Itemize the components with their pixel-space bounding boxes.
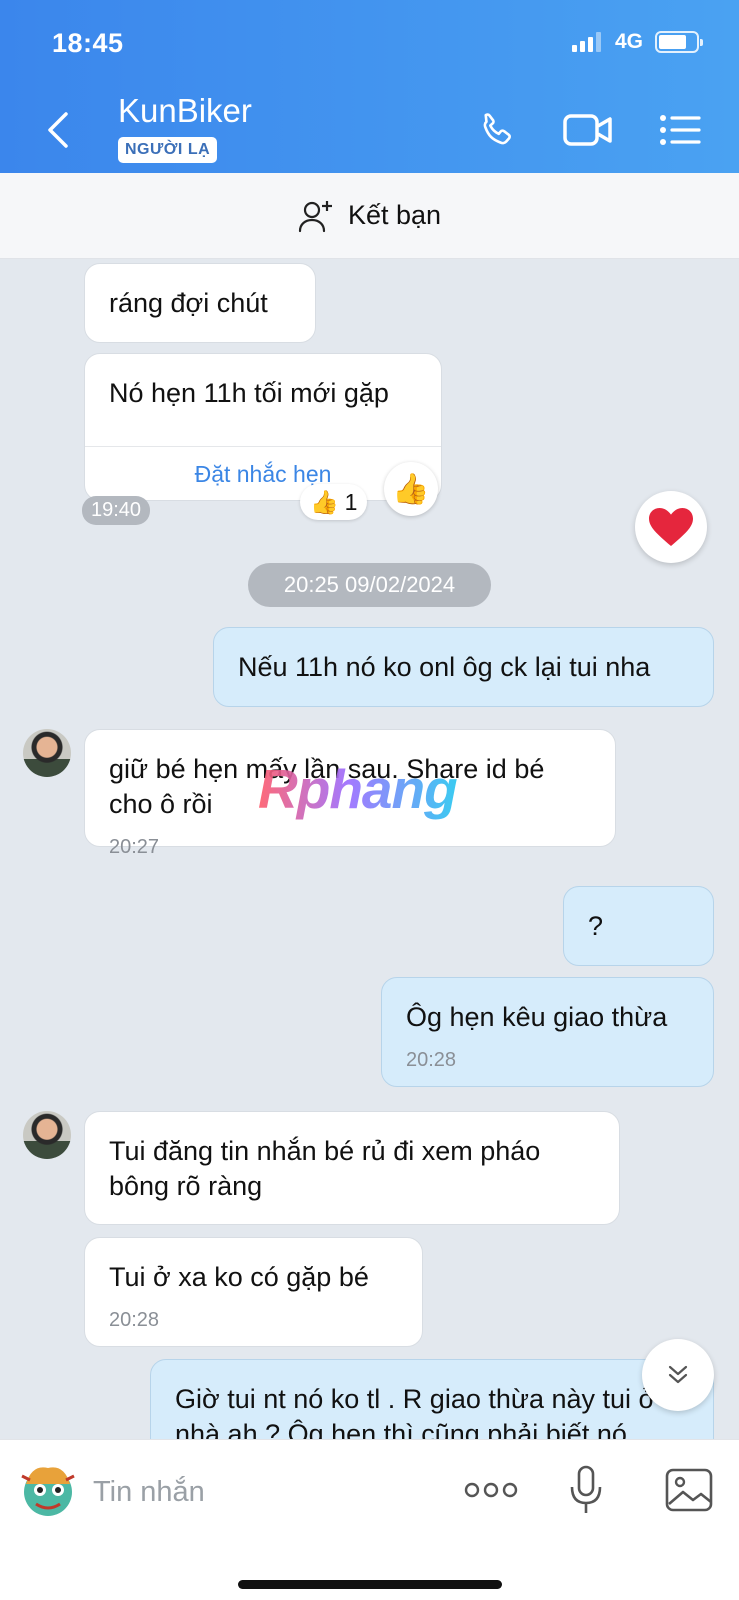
dragon-sticker-icon [21,1467,75,1516]
heart-reaction-button[interactable] [635,491,707,563]
back-button[interactable] [40,108,76,152]
status-indicators: 4G [571,30,703,54]
message-text: Giờ tui nt nó ko tl . R giao thừa này tu… [175,1384,657,1439]
message-text: Tui đăng tin nhắn bé rủ đi xem pháo bông… [109,1136,541,1201]
thumbs-up-icon: 👍 [392,472,430,506]
gallery-button[interactable] [664,1462,714,1518]
incoming-message[interactable]: Tui ở xa ko có gặp bé 20:28 [84,1237,423,1347]
message-text: ráng đợi chút [109,288,268,318]
message-text: ? [588,911,604,941]
signal-icon [571,32,601,52]
add-friend-label: Kết bạn [347,200,442,230]
chat-header: 18:45 4G KunBiker NGƯỜI LẠ [0,0,739,173]
message-composer [0,1439,739,1600]
video-call-icon [563,114,612,146]
message-list[interactable]: ráng đợi chút Nó hẹn 11h tối mới gặp Đặt… [0,259,739,1439]
message-time: 20:28 [406,1049,457,1071]
outgoing-message[interactable]: Giờ tui nt nó ko tl . R giao thừa này tu… [150,1359,714,1439]
phone-icon [483,113,511,145]
image-icon [665,1468,713,1512]
microphone-icon [570,1465,602,1513]
incoming-message[interactable]: ráng đợi chút [84,263,316,343]
more-options-button[interactable] [462,1462,520,1518]
message-time: 19:40 [82,496,151,525]
contact-name[interactable]: KunBiker [118,92,252,130]
video-call-button[interactable] [562,106,614,154]
message-time: 20:27 [109,836,160,858]
outgoing-message[interactable]: Nếu 11h nó ko onl ôg ck lại tui nha [213,627,714,707]
scroll-to-bottom-button[interactable] [642,1339,714,1411]
call-button[interactable] [474,106,522,154]
date-divider: 20:25 09/02/2024 [248,563,491,607]
status-time: 18:45 [52,28,124,58]
voice-button[interactable] [566,1462,606,1518]
watermark-logo: Rphang [258,758,458,820]
options-button[interactable] [657,106,703,154]
back-icon [48,112,68,148]
incoming-message[interactable]: Tui đăng tin nhắn bé rủ đi xem pháo bông… [84,1111,620,1225]
add-friend-button[interactable]: Kết bạn [0,173,739,259]
outgoing-message[interactable]: Ôg hẹn kêu giao thừa 20:28 [381,977,714,1087]
contact-avatar[interactable] [23,1111,71,1159]
react-button[interactable]: 👍 [384,462,438,516]
reaction-count: 1 [344,488,358,515]
message-text: Ôg hẹn kêu giao thừa [406,1002,668,1032]
contact-avatar[interactable] [23,729,71,777]
home-indicator [238,1580,502,1589]
menu-list-icon [660,115,701,145]
more-dots-icon [464,1482,518,1498]
chevron-double-down-icon [668,1365,688,1384]
network-type: 4G [614,30,643,53]
add-friend-icon [298,200,332,232]
message-text: Nó hẹn 11h tối mới gặp [109,378,389,408]
message-text: Tui ở xa ko có gặp bé [109,1262,369,1292]
thumbs-up-icon: 👍 [310,488,339,515]
reaction-summary[interactable]: 👍 1 [300,484,368,520]
message-time: 20:28 [109,1309,160,1331]
heart-icon [649,508,693,546]
stranger-badge: NGƯỜI LẠ [118,137,218,163]
message-input[interactable] [93,1470,433,1514]
battery-icon [655,31,703,53]
sticker-button[interactable] [12,1454,84,1526]
message-text: Nếu 11h nó ko onl ôg ck lại tui nha [238,652,651,682]
outgoing-message[interactable]: ? [563,886,714,966]
